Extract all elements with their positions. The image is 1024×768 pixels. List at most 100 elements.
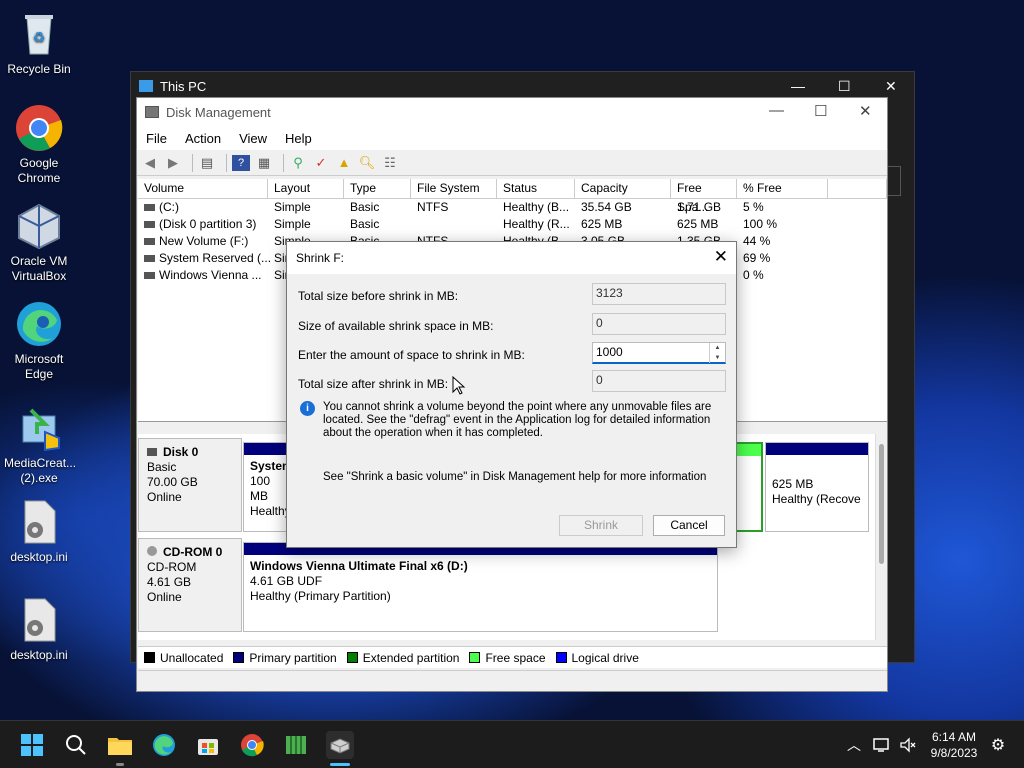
search-folder-icon[interactable]: 🔍︎ <box>358 155 376 171</box>
legend-swatch <box>469 652 481 663</box>
table-cell: Windows Vienna ... <box>159 268 262 282</box>
col-file-system[interactable]: File System <box>411 179 497 199</box>
settings-list-icon[interactable]: ☷ <box>381 155 399 171</box>
disk-management-icon[interactable] <box>326 731 354 759</box>
help-icon[interactable]: ? <box>232 154 250 171</box>
col-volume[interactable]: Volume <box>138 179 268 199</box>
cdrom0-partition-d[interactable]: Windows Vienna Ultimate Final x6 (D:) 4.6… <box>243 542 718 632</box>
cdrom0-label[interactable]: CD-ROM 0 CD-ROM 4.61 GB Online <box>138 538 242 632</box>
menu-help[interactable]: Help <box>276 131 321 146</box>
volume-drive-icon <box>144 204 155 211</box>
menu-file[interactable]: File <box>137 131 176 146</box>
forward-arrow-icon[interactable]: ▶ <box>164 155 182 171</box>
status-bar <box>138 670 887 691</box>
help-text: See "Shrink a basic volume" in Disk Mana… <box>323 471 707 483</box>
notification-settings-icon[interactable]: ⚙ <box>984 731 1012 759</box>
spreadsheet-app-icon[interactable] <box>282 731 310 759</box>
shrink-amount-input[interactable]: 1000 ▲ ▼ <box>592 342 726 364</box>
recycle-bin-icon: ♻ <box>15 10 63 58</box>
network-icon[interactable] <box>868 731 896 759</box>
connect-icon[interactable]: ⚲ <box>289 155 307 171</box>
col-percent-free[interactable]: % Free <box>737 179 828 199</box>
close-icon[interactable]: ✕ <box>885 78 897 95</box>
legend-swatch <box>144 652 155 663</box>
graph-scrollbar[interactable] <box>875 434 887 640</box>
desktop-icon-recycle-bin[interactable]: ♻ Recycle Bin <box>4 10 74 77</box>
close-icon[interactable]: ✕ <box>714 247 728 267</box>
chrome-icon <box>15 104 63 152</box>
back-arrow-icon[interactable]: ◀ <box>141 155 159 171</box>
disk0-partition-recovery[interactable]: 625 MB Healthy (Recove <box>765 442 869 532</box>
chrome-icon[interactable] <box>238 731 266 759</box>
volume-muted-icon[interactable] <box>894 731 922 759</box>
table-cell: Healthy (R... <box>503 217 570 231</box>
desktop-icon-mediacreation[interactable]: MediaCreat... (2).exe <box>4 404 76 486</box>
total-after-label: Total size after shrink in MB: <box>298 377 449 391</box>
properties-icon[interactable]: ▦ <box>255 155 273 171</box>
folder-up-icon[interactable]: ▲ <box>335 155 353 171</box>
list-view-icon[interactable]: ▤ <box>198 155 216 171</box>
toolbar-separator <box>226 153 227 172</box>
clock[interactable]: 6:14 AM 9/8/2023 <box>928 729 980 761</box>
menu-action[interactable]: Action <box>176 131 230 146</box>
info-text: You cannot shrink a volume beyond the po… <box>323 401 712 439</box>
col-spacer <box>828 179 887 199</box>
settings-file-icon <box>15 498 63 546</box>
col-type[interactable]: Type <box>344 179 411 199</box>
chevron-up-icon[interactable]: ︿ <box>840 731 868 759</box>
edge-icon[interactable] <box>150 731 178 759</box>
shrink-dialog[interactable]: Shrink F: ✕ Total size before shrink in … <box>286 241 737 548</box>
desktop-icon-edge[interactable]: Microsoft Edge <box>4 300 74 382</box>
shrink-dialog-titlebar[interactable]: Shrink F: <box>287 242 736 274</box>
shrink-button[interactable]: Shrink <box>559 515 643 536</box>
toolbar-separator <box>283 153 284 172</box>
table-cell: 1.71 GB <box>677 200 722 214</box>
table-cell: 0 % <box>743 268 764 282</box>
disk0-partition-system[interactable]: System 100 MB Healthy <box>243 442 293 532</box>
table-row[interactable]: (C:) Simple Basic NTFS Healthy (B... 35.54 GB… <box>138 199 887 216</box>
disk0-type: Basic <box>147 460 177 474</box>
minimize-icon[interactable]: — <box>769 102 784 119</box>
menu-view[interactable]: View <box>230 131 276 146</box>
table-row[interactable]: (Disk 0 partition 3) Simple Basic Healthy (… <box>138 216 887 233</box>
disk0-size: 70.00 GB <box>147 475 198 489</box>
legend-item: Primary partition <box>233 651 337 665</box>
legend-swatch <box>346 652 358 663</box>
col-layout[interactable]: Layout <box>268 179 344 199</box>
shrink-amount-value: 1000 <box>596 345 623 359</box>
search-icon[interactable] <box>62 731 90 759</box>
maximize-icon[interactable]: ☐ <box>814 102 827 120</box>
maximize-icon[interactable]: ☐ <box>838 78 851 95</box>
col-status[interactable]: Status <box>497 179 575 199</box>
legend-item: Free space <box>469 651 546 665</box>
start-icon[interactable] <box>18 731 46 759</box>
volume-drive-icon <box>144 272 155 279</box>
checklist-icon[interactable]: ✓ <box>312 155 330 171</box>
col-free-space[interactable]: Free Spa... <box>671 179 737 214</box>
col-capacity[interactable]: Capacity <box>575 179 671 199</box>
disk0-partition-f-selected[interactable] <box>735 442 763 532</box>
disk0-label[interactable]: Disk 0 Basic 70.00 GB Online <box>138 438 242 532</box>
table-cell: (Disk 0 partition 3) <box>159 217 257 231</box>
svg-text:♻: ♻ <box>33 29 46 45</box>
installer-icon <box>15 404 63 452</box>
table-cell: Simple <box>274 217 311 231</box>
minimize-icon[interactable]: — <box>791 78 805 94</box>
spin-up-down-icon[interactable]: ▲ ▼ <box>709 343 725 363</box>
desktop-icon-desktop-ini-2[interactable]: desktop.ini <box>4 596 74 663</box>
info-icon: i <box>300 401 315 416</box>
volume-drive-icon <box>144 238 155 245</box>
table-cell: 625 MB <box>677 217 719 231</box>
store-icon[interactable] <box>194 731 222 759</box>
desktop-icon-virtualbox[interactable]: Oracle VM VirtualBox <box>4 202 74 284</box>
legend-label: Extended partition <box>362 650 460 665</box>
cancel-button[interactable]: Cancel <box>653 515 725 536</box>
table-cell: Simple <box>274 200 311 214</box>
menu-bar: File Action View Help <box>137 126 887 150</box>
table-cell: Basic <box>350 217 380 231</box>
disk-management-active-indicator <box>330 763 350 766</box>
desktop-icon-desktop-ini-1[interactable]: desktop.ini <box>4 498 74 565</box>
close-icon[interactable]: ✕ <box>859 102 872 120</box>
desktop-icon-chrome[interactable]: Google Chrome <box>4 104 74 186</box>
file-explorer-icon[interactable] <box>106 731 134 759</box>
